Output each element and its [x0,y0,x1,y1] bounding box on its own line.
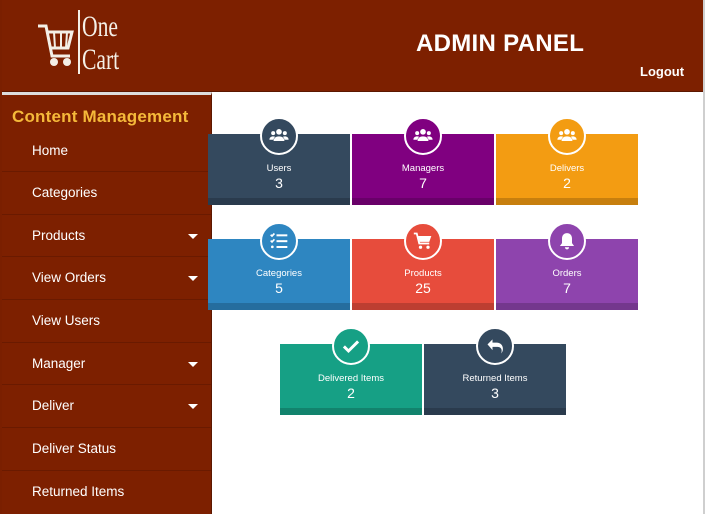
logo-divider [78,10,80,74]
users-icon [404,117,442,155]
card-label: Returned Items [462,373,528,384]
card-label: Products [404,268,442,279]
card-label: Delivered Items [318,373,384,384]
card-stripe [496,303,638,310]
logo[interactable]: One Cart [36,8,131,78]
card-count: 2 [563,175,571,191]
sidebar-item-returned-items[interactable]: Returned Items [2,469,211,513]
card-count: 2 [347,385,355,401]
sidebar-item-products[interactable]: Products [2,213,211,257]
bell-icon [548,222,586,260]
sidebar-item-label: Manager [32,355,86,371]
list-icon [260,222,298,260]
sidebar-item-label: Products [32,227,86,243]
sidebar-item-manager[interactable]: Manager [2,341,211,385]
caret-down-icon [188,404,198,410]
card-label: Users [266,163,292,174]
sidebar-item-deliver-status[interactable]: Deliver Status [2,427,211,470]
logout-link[interactable]: Logout [640,64,684,79]
card-label: Delivers [549,163,585,174]
cart-logo-icon [38,24,74,66]
card-stripe [496,198,638,205]
app-frame: One Cart ADMIN PANEL Logout Content Mana… [0,0,705,514]
card-count: 5 [275,280,283,296]
card-stripe [424,408,566,415]
card-count: 7 [419,175,427,191]
sidebar-item-label: Deliver [32,398,75,414]
card-stripe [352,303,494,310]
card-count: 7 [563,280,571,296]
card-stripe [208,198,350,205]
card-stripe [280,408,422,415]
users-icon [260,117,298,155]
users-icon [548,117,586,155]
sidebar-item-view-orders[interactable]: View Orders [2,256,211,299]
return-icon [476,327,514,365]
check-icon [332,327,370,365]
logo-line-2: Cart [82,43,120,76]
sidebar-title: Content Management [12,107,189,126]
sidebar-item-deliver[interactable]: Deliver [2,384,211,427]
card-label: Orders [552,268,582,279]
caret-down-icon [188,361,198,367]
page-title: ADMIN PANEL [416,30,585,57]
sidebar-item-label: Home [32,143,69,158]
card-count: 25 [415,280,431,296]
card-label: Managers [401,163,445,174]
caret-down-icon [188,276,198,282]
sidebar: Content Management Home Categories Produ… [2,92,212,514]
sidebar-item-categories[interactable]: Categories [2,171,211,214]
sidebar-item-label: Returned Items [32,483,125,499]
header: One Cart ADMIN PANEL Logout [2,0,703,92]
card-count: 3 [275,175,283,191]
card-count: 3 [491,385,499,401]
sidebar-item-home[interactable]: Home [2,132,211,171]
caret-down-icon [188,233,198,239]
logo-text: One Cart [82,10,119,76]
sidebar-item-label: Deliver Status [32,441,117,457]
cart-icon [404,222,442,260]
card-label: Categories [256,268,302,279]
sidebar-item-view-users[interactable]: View Users [2,299,211,342]
sidebar-item-label: Categories [32,185,98,200]
logo-line-1: One [82,10,118,43]
sidebar-item-label: View Orders [32,270,107,286]
card-stripe [352,198,494,205]
card-stripe [208,303,350,310]
sidebar-menu: Home Categories Products View Orders Vie… [2,132,211,513]
sidebar-item-label: View Users [32,313,101,329]
